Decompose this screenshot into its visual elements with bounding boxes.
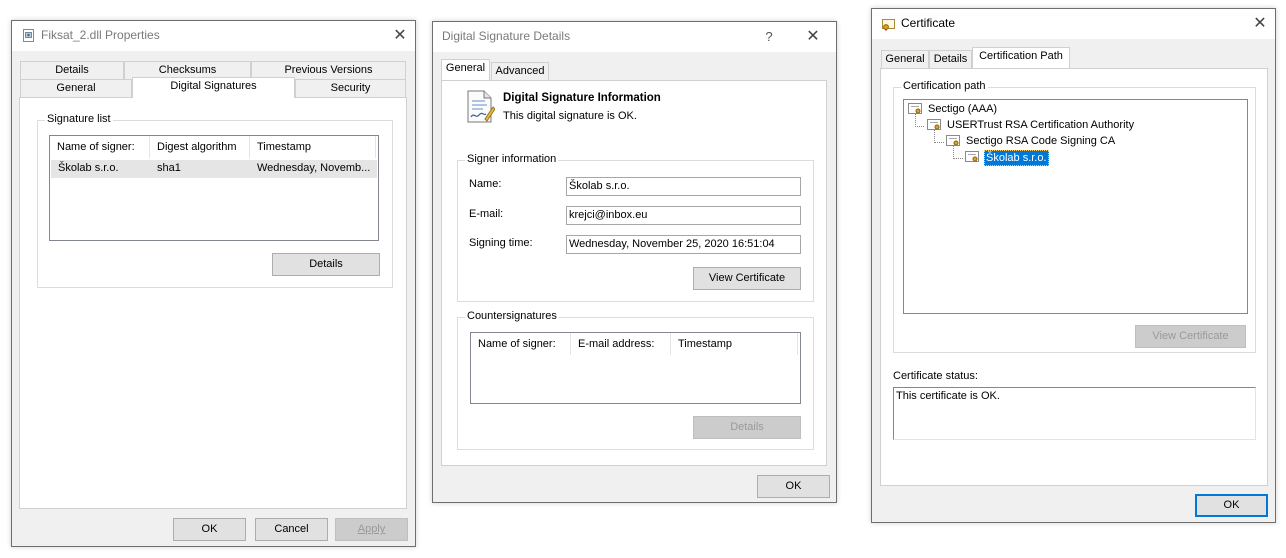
window-title: Certificate (901, 16, 956, 30)
email-field[interactable]: krejci@inbox.eu (566, 206, 801, 225)
close-icon[interactable]: ✕ (1249, 13, 1271, 35)
ok-button[interactable]: OK (173, 518, 246, 541)
certification-path-group: Certification path Sectigo (AAA) USERTru… (893, 80, 1256, 353)
tree-node-label: Sectigo (AAA) (928, 103, 998, 115)
signer-information-group: Signer information Name: Školab s.r.o. E… (457, 153, 814, 302)
cell-signer: Školab s.r.o. (58, 162, 119, 174)
close-icon[interactable]: ✕ (389, 25, 411, 47)
tab-general[interactable]: General (20, 79, 132, 98)
certificate-icon (946, 135, 960, 147)
name-label: Name: (469, 178, 502, 190)
help-icon[interactable]: ? (758, 26, 780, 48)
ok-button[interactable]: OK (757, 475, 830, 498)
dll-file-icon (22, 29, 35, 42)
signature-document-icon (465, 90, 496, 124)
view-certificate-button[interactable]: View Certificate (693, 267, 801, 290)
signature-details-window: Digital Signature Details ? ✕ Advanced G… (432, 21, 837, 503)
tab-details[interactable]: Details (20, 61, 124, 80)
info-text: This digital signature is OK. (503, 110, 637, 122)
certificate-status-box[interactable]: This certificate is OK. (893, 387, 1256, 440)
tab-general[interactable]: General (441, 59, 490, 80)
details-button[interactable]: Details (272, 253, 380, 276)
close-icon[interactable]: ✕ (802, 26, 824, 48)
certificate-icon (882, 18, 895, 31)
tree-connector (934, 130, 944, 143)
certificate-status-text: This certificate is OK. (896, 390, 1000, 402)
signature-details-titlebar[interactable]: Digital Signature Details ? ✕ (433, 22, 836, 52)
certificate-window: Certificate ✕ General Details Certificat… (871, 8, 1276, 523)
tab-details[interactable]: Details (929, 50, 972, 69)
column-timestamp[interactable]: Timestamp (671, 333, 798, 355)
tree-connector (953, 146, 963, 159)
table-row[interactable]: Školab s.r.o. sha1 Wednesday, Novemb... (51, 160, 377, 178)
ok-button[interactable]: OK (1195, 494, 1268, 517)
info-heading: Digital Signature Information (503, 92, 661, 104)
countersignature-list[interactable]: Name of signer: E-mail address: Timestam… (470, 332, 801, 404)
tree-node-label: USERTrust RSA Certification Authority (947, 119, 1135, 131)
certificate-status-label: Certificate status: (893, 370, 978, 382)
view-certificate-button[interactable]: View Certificate (1135, 325, 1246, 348)
column-digest-algorithm[interactable]: Digest algorithm (150, 136, 250, 158)
tab-certification-path[interactable]: Certification Path (972, 47, 1070, 68)
apply-button[interactable]: Apply (335, 518, 408, 541)
signature-list-label: Signature list (45, 113, 113, 125)
cancel-button[interactable]: Cancel (255, 518, 328, 541)
tree-connector (915, 114, 924, 127)
tree-node-label: Sectigo RSA Code Signing CA (966, 135, 1116, 147)
column-name-of-signer[interactable]: Name of signer: (50, 136, 150, 158)
signing-time-field[interactable]: Wednesday, November 25, 2020 16:51:04 (566, 235, 801, 254)
tab-security[interactable]: Security (295, 79, 406, 98)
certification-path-label: Certification path (901, 80, 988, 92)
tab-general[interactable]: General (881, 50, 929, 69)
cell-timestamp: Wednesday, Novemb... (257, 162, 371, 174)
email-label: E-mail: (469, 208, 504, 220)
certificate-icon (965, 151, 979, 163)
column-email-address[interactable]: E-mail address: (571, 333, 671, 355)
certificate-icon (927, 119, 941, 131)
signing-time-label: Signing time: (469, 237, 533, 249)
column-name-of-signer[interactable]: Name of signer: (471, 333, 571, 355)
certificate-titlebar[interactable]: Certificate ✕ (872, 9, 1275, 39)
window-title: Digital Signature Details (442, 29, 571, 43)
signature-list[interactable]: Name of signer: Digest algorithm Timesta… (49, 135, 379, 241)
properties-titlebar[interactable]: Fiksat_2.dll Properties ✕ (12, 21, 415, 51)
tab-advanced[interactable]: Advanced (491, 62, 549, 81)
certificate-icon (908, 103, 922, 115)
tree-node-label-selected: Školab s.r.o. (984, 150, 1049, 166)
properties-window: Fiksat_2.dll Properties ✕ Details Checks… (11, 20, 416, 547)
name-field[interactable]: Školab s.r.o. (566, 177, 801, 196)
countersignatures-group: Countersignatures Name of signer: E-mail… (457, 310, 814, 450)
countersig-details-button[interactable]: Details (693, 416, 801, 439)
window-title: Fiksat_2.dll Properties (41, 28, 160, 42)
signature-list-group: Signature list Name of signer: Digest al… (37, 113, 393, 288)
column-timestamp[interactable]: Timestamp (250, 136, 376, 158)
cell-digest: sha1 (157, 162, 181, 174)
signer-information-label: Signer information (465, 153, 559, 165)
tab-digital-signatures[interactable]: Digital Signatures (132, 77, 295, 98)
countersignatures-label: Countersignatures (465, 310, 559, 322)
certification-path-tree[interactable]: Sectigo (AAA) USERTrust RSA Certificatio… (903, 99, 1248, 314)
